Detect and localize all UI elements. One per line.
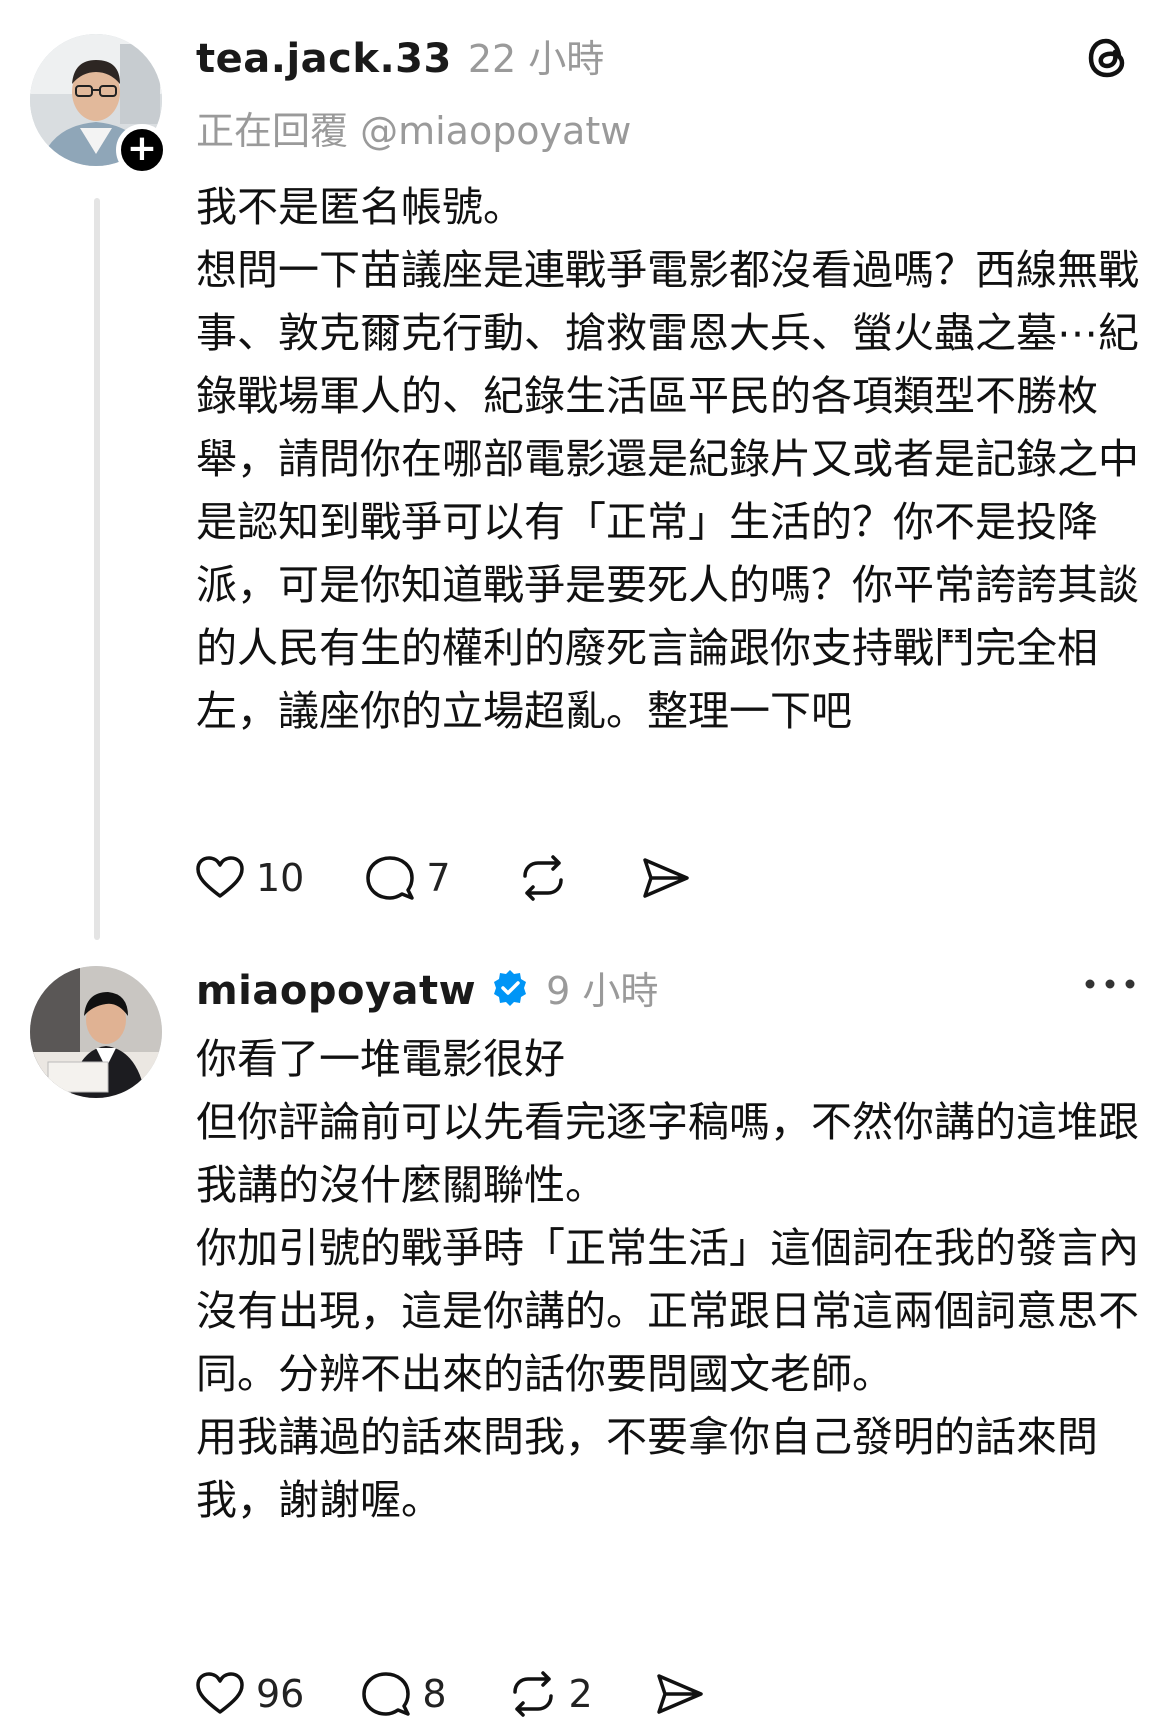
post-header: miaopoyatw 9 小時	[196, 960, 658, 1015]
reply-button[interactable]: 8	[360, 1668, 447, 1720]
thread-line	[94, 198, 100, 940]
comment-icon	[362, 1672, 411, 1716]
verified-badge-icon	[494, 969, 527, 1006]
like-button[interactable]: 96	[194, 1668, 304, 1720]
post-paragraph: 我不是匿名帳號。	[196, 183, 524, 231]
reply-button[interactable]: 7	[364, 852, 451, 904]
post-paragraph: 但你評論前可以先看完逐字稿嗎，不然你講的這堆跟我講的沒什麼關聯性。	[196, 1098, 1139, 1209]
repost-button[interactable]	[517, 852, 579, 904]
post-body: 我不是匿名帳號。 想問一下苗議座是連戰爭電影都沒看過嗎？西線無戰事、敦克爾克行動…	[196, 176, 1146, 743]
repost-icon	[522, 855, 563, 901]
timestamp: 22 小時	[467, 37, 605, 81]
post-header: tea.jack.33 22 小時	[196, 28, 604, 83]
threads-logo-icon[interactable]	[1082, 32, 1134, 84]
heart-icon	[196, 1672, 244, 1714]
post-body: 你看了一堆電影很好 但你評論前可以先看完逐字稿嗎，不然你講的這堆跟我講的沒什麼關…	[196, 1028, 1146, 1532]
reply-count: 7	[426, 856, 451, 900]
username[interactable]: miaopoyatw	[196, 968, 476, 1014]
action-bar: 10 7	[194, 852, 691, 904]
timestamp: 9 小時	[546, 969, 659, 1013]
share-icon	[656, 1674, 703, 1714]
reply-count: 8	[422, 1672, 447, 1716]
repost-count: 2	[568, 1672, 593, 1716]
post-paragraph: 想問一下苗議座是連戰爭電影都沒看過嗎？西線無戰事、敦克爾克行動、搶救雷恩大兵、螢…	[196, 246, 1139, 735]
share-icon	[642, 858, 689, 898]
post-paragraph: 用我講過的話來問我，不要拿你自己發明的話來問我，謝謝喔。	[196, 1413, 1098, 1524]
post-paragraph: 你加引號的戰爭時「正常生活」這個詞在我的發言內沒有出現，這是你講的。正常跟日常這…	[196, 1224, 1139, 1398]
username[interactable]: tea.jack.33	[196, 36, 452, 82]
like-count: 96	[256, 1672, 305, 1716]
repost-button[interactable]: 2	[507, 1668, 593, 1720]
share-button[interactable]	[653, 1668, 705, 1720]
reply-to-label[interactable]: 正在回覆 @miaopoyatw	[196, 100, 631, 155]
heart-icon	[196, 856, 244, 898]
more-icon[interactable]	[1082, 974, 1138, 994]
like-count: 10	[256, 856, 305, 900]
avatar-miaopoyatw[interactable]	[30, 966, 162, 1098]
like-button[interactable]: 10	[194, 852, 304, 904]
repost-icon	[512, 1671, 553, 1717]
post-paragraph: 你看了一堆電影很好	[196, 1035, 565, 1083]
comment-icon	[366, 856, 415, 900]
reply-post-miaopoyatw: miaopoyatw 9 小時 你看了一堆電影很好 但你評論前可以先看完逐字稿嗎…	[0, 950, 1170, 1732]
action-bar: 96 8 2	[194, 1668, 705, 1720]
share-button[interactable]	[639, 852, 691, 904]
reply-post-tea-jack: + tea.jack.33 22 小時 正在回覆 @miaopoyatw 我不是…	[0, 0, 1170, 950]
follow-plus-icon[interactable]: +	[116, 124, 168, 176]
